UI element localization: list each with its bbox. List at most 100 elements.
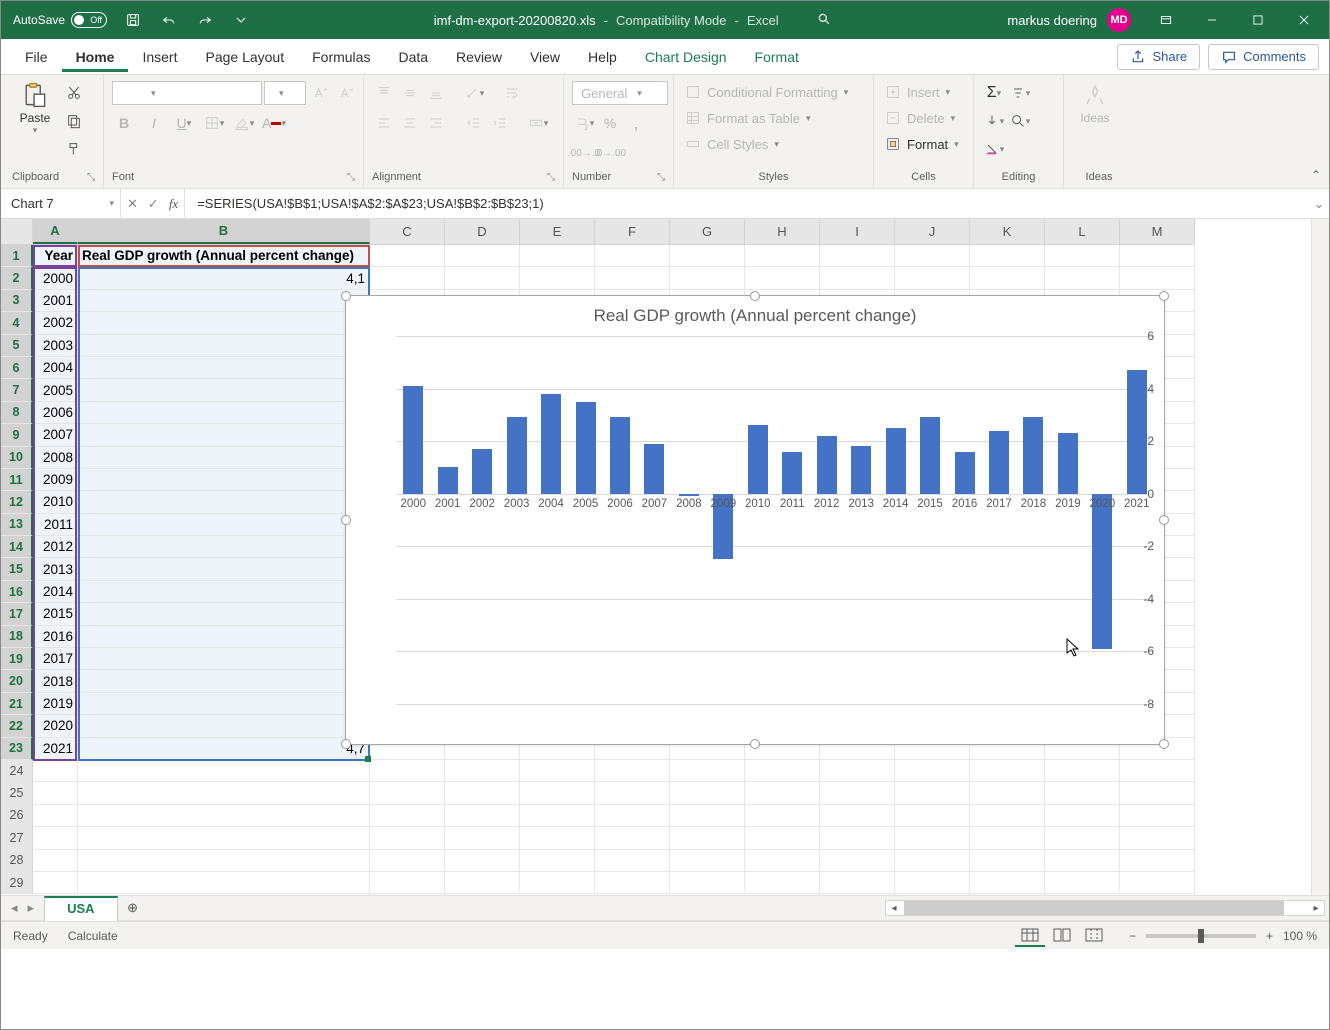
cell[interactable] <box>445 267 520 289</box>
chart-bar[interactable] <box>541 394 561 494</box>
tab-format[interactable]: Format <box>741 42 813 72</box>
cell[interactable] <box>1120 245 1195 267</box>
cell[interactable] <box>78 626 370 648</box>
underline-icon[interactable]: U▾ <box>172 111 196 135</box>
cell[interactable] <box>820 872 895 894</box>
cell[interactable] <box>78 805 370 827</box>
cell[interactable] <box>970 805 1045 827</box>
cell[interactable] <box>895 267 970 289</box>
fill-color-icon[interactable]: ▾ <box>232 111 256 135</box>
cell[interactable] <box>445 872 520 894</box>
maximize-icon[interactable] <box>1235 1 1281 39</box>
cell[interactable] <box>370 805 445 827</box>
tab-formulas[interactable]: Formulas <box>298 42 384 72</box>
tab-data[interactable]: Data <box>384 42 442 72</box>
save-icon[interactable] <box>117 5 149 35</box>
merge-icon[interactable]: ▾ <box>526 111 550 135</box>
tab-page-layout[interactable]: Page Layout <box>191 42 298 72</box>
cell[interactable] <box>78 648 370 670</box>
dialog-launcher-icon[interactable]: ⤡ <box>347 172 355 183</box>
cell[interactable] <box>970 872 1045 894</box>
number-format-select[interactable]: General▾ <box>572 81 668 105</box>
chart-title[interactable]: Real GDP growth (Annual percent change) <box>346 296 1164 330</box>
fill-icon[interactable]: ▾ <box>982 109 1006 133</box>
cell[interactable] <box>370 760 445 782</box>
cell[interactable] <box>745 760 820 782</box>
cell[interactable] <box>78 491 370 513</box>
cell[interactable] <box>670 827 745 849</box>
autosum-icon[interactable]: Σ▾ <box>982 81 1006 105</box>
cell[interactable] <box>895 850 970 872</box>
cell[interactable]: 4,1 <box>78 267 370 289</box>
cell[interactable]: 2017 <box>33 648 78 670</box>
cell[interactable] <box>78 558 370 580</box>
decrease-indent-icon[interactable] <box>462 111 486 135</box>
cell[interactable]: 2013 <box>33 558 78 580</box>
cell[interactable] <box>520 267 595 289</box>
chart-bar[interactable] <box>438 467 458 493</box>
chart-bar[interactable] <box>1092 494 1112 649</box>
align-top-icon[interactable] <box>372 81 396 105</box>
cell[interactable] <box>595 267 670 289</box>
cell[interactable] <box>820 782 895 804</box>
cell[interactable]: 2002 <box>33 312 78 334</box>
close-icon[interactable] <box>1281 1 1327 39</box>
cell[interactable] <box>1120 827 1195 849</box>
cell[interactable] <box>520 872 595 894</box>
cell[interactable] <box>670 850 745 872</box>
col-header-H[interactable]: H <box>745 219 820 244</box>
copy-icon[interactable] <box>62 109 86 133</box>
insert-cells-button[interactable]: Insert▾ <box>882 81 953 103</box>
chart-bar[interactable] <box>403 386 423 494</box>
wrap-text-icon[interactable] <box>500 81 524 105</box>
font-family-select[interactable]: ▾ <box>112 81 262 105</box>
cell[interactable] <box>670 245 745 267</box>
cell[interactable] <box>33 872 78 894</box>
search-icon[interactable] <box>817 12 831 29</box>
cell[interactable] <box>1120 872 1195 894</box>
cell[interactable] <box>1045 267 1120 289</box>
col-header-C[interactable]: C <box>370 219 445 244</box>
cell[interactable] <box>1045 805 1120 827</box>
row-header-4[interactable]: 4 <box>1 312 33 334</box>
increase-font-icon[interactable] <box>308 81 332 105</box>
cell[interactable] <box>820 245 895 267</box>
row-header-22[interactable]: 22 <box>1 715 33 737</box>
row-header-10[interactable]: 10 <box>1 447 33 469</box>
share-button[interactable]: Share <box>1117 44 1200 70</box>
tab-insert[interactable]: Insert <box>128 42 191 72</box>
chart-bar[interactable] <box>679 494 699 497</box>
format-as-table-button[interactable]: Format as Table▾ <box>682 107 814 129</box>
cell[interactable] <box>595 827 670 849</box>
cell[interactable] <box>745 872 820 894</box>
cell[interactable] <box>745 850 820 872</box>
cell[interactable]: 2008 <box>33 447 78 469</box>
cell[interactable] <box>895 760 970 782</box>
cell[interactable] <box>78 514 370 536</box>
bold-icon[interactable]: B <box>112 111 136 135</box>
cell[interactable] <box>1120 850 1195 872</box>
align-middle-icon[interactable] <box>398 81 422 105</box>
row-header-5[interactable]: 5 <box>1 335 33 357</box>
chart-bar[interactable] <box>644 444 664 494</box>
cell[interactable] <box>78 424 370 446</box>
dialog-launcher-icon[interactable]: ⤡ <box>547 172 555 183</box>
cell[interactable] <box>78 603 370 625</box>
cell[interactable]: 2004 <box>33 357 78 379</box>
cell[interactable]: 2001 <box>33 290 78 312</box>
col-header-K[interactable]: K <box>970 219 1045 244</box>
cell[interactable] <box>33 760 78 782</box>
fx-icon[interactable]: fx <box>169 196 178 212</box>
cell[interactable] <box>595 782 670 804</box>
conditional-formatting-button[interactable]: Conditional Formatting▾ <box>682 81 851 103</box>
cell[interactable]: 2014 <box>33 581 78 603</box>
add-sheet-button[interactable]: ⊕ <box>118 896 148 920</box>
chart-bar[interactable] <box>955 452 975 494</box>
cell[interactable] <box>670 872 745 894</box>
row-header-3[interactable]: 3 <box>1 290 33 312</box>
clear-icon[interactable]: ▾ <box>982 137 1006 161</box>
ideas-button[interactable]: Ideas <box>1072 81 1118 125</box>
orientation-icon[interactable]: ▾ <box>462 81 486 105</box>
cell[interactable]: 2016 <box>33 626 78 648</box>
cell[interactable] <box>820 805 895 827</box>
